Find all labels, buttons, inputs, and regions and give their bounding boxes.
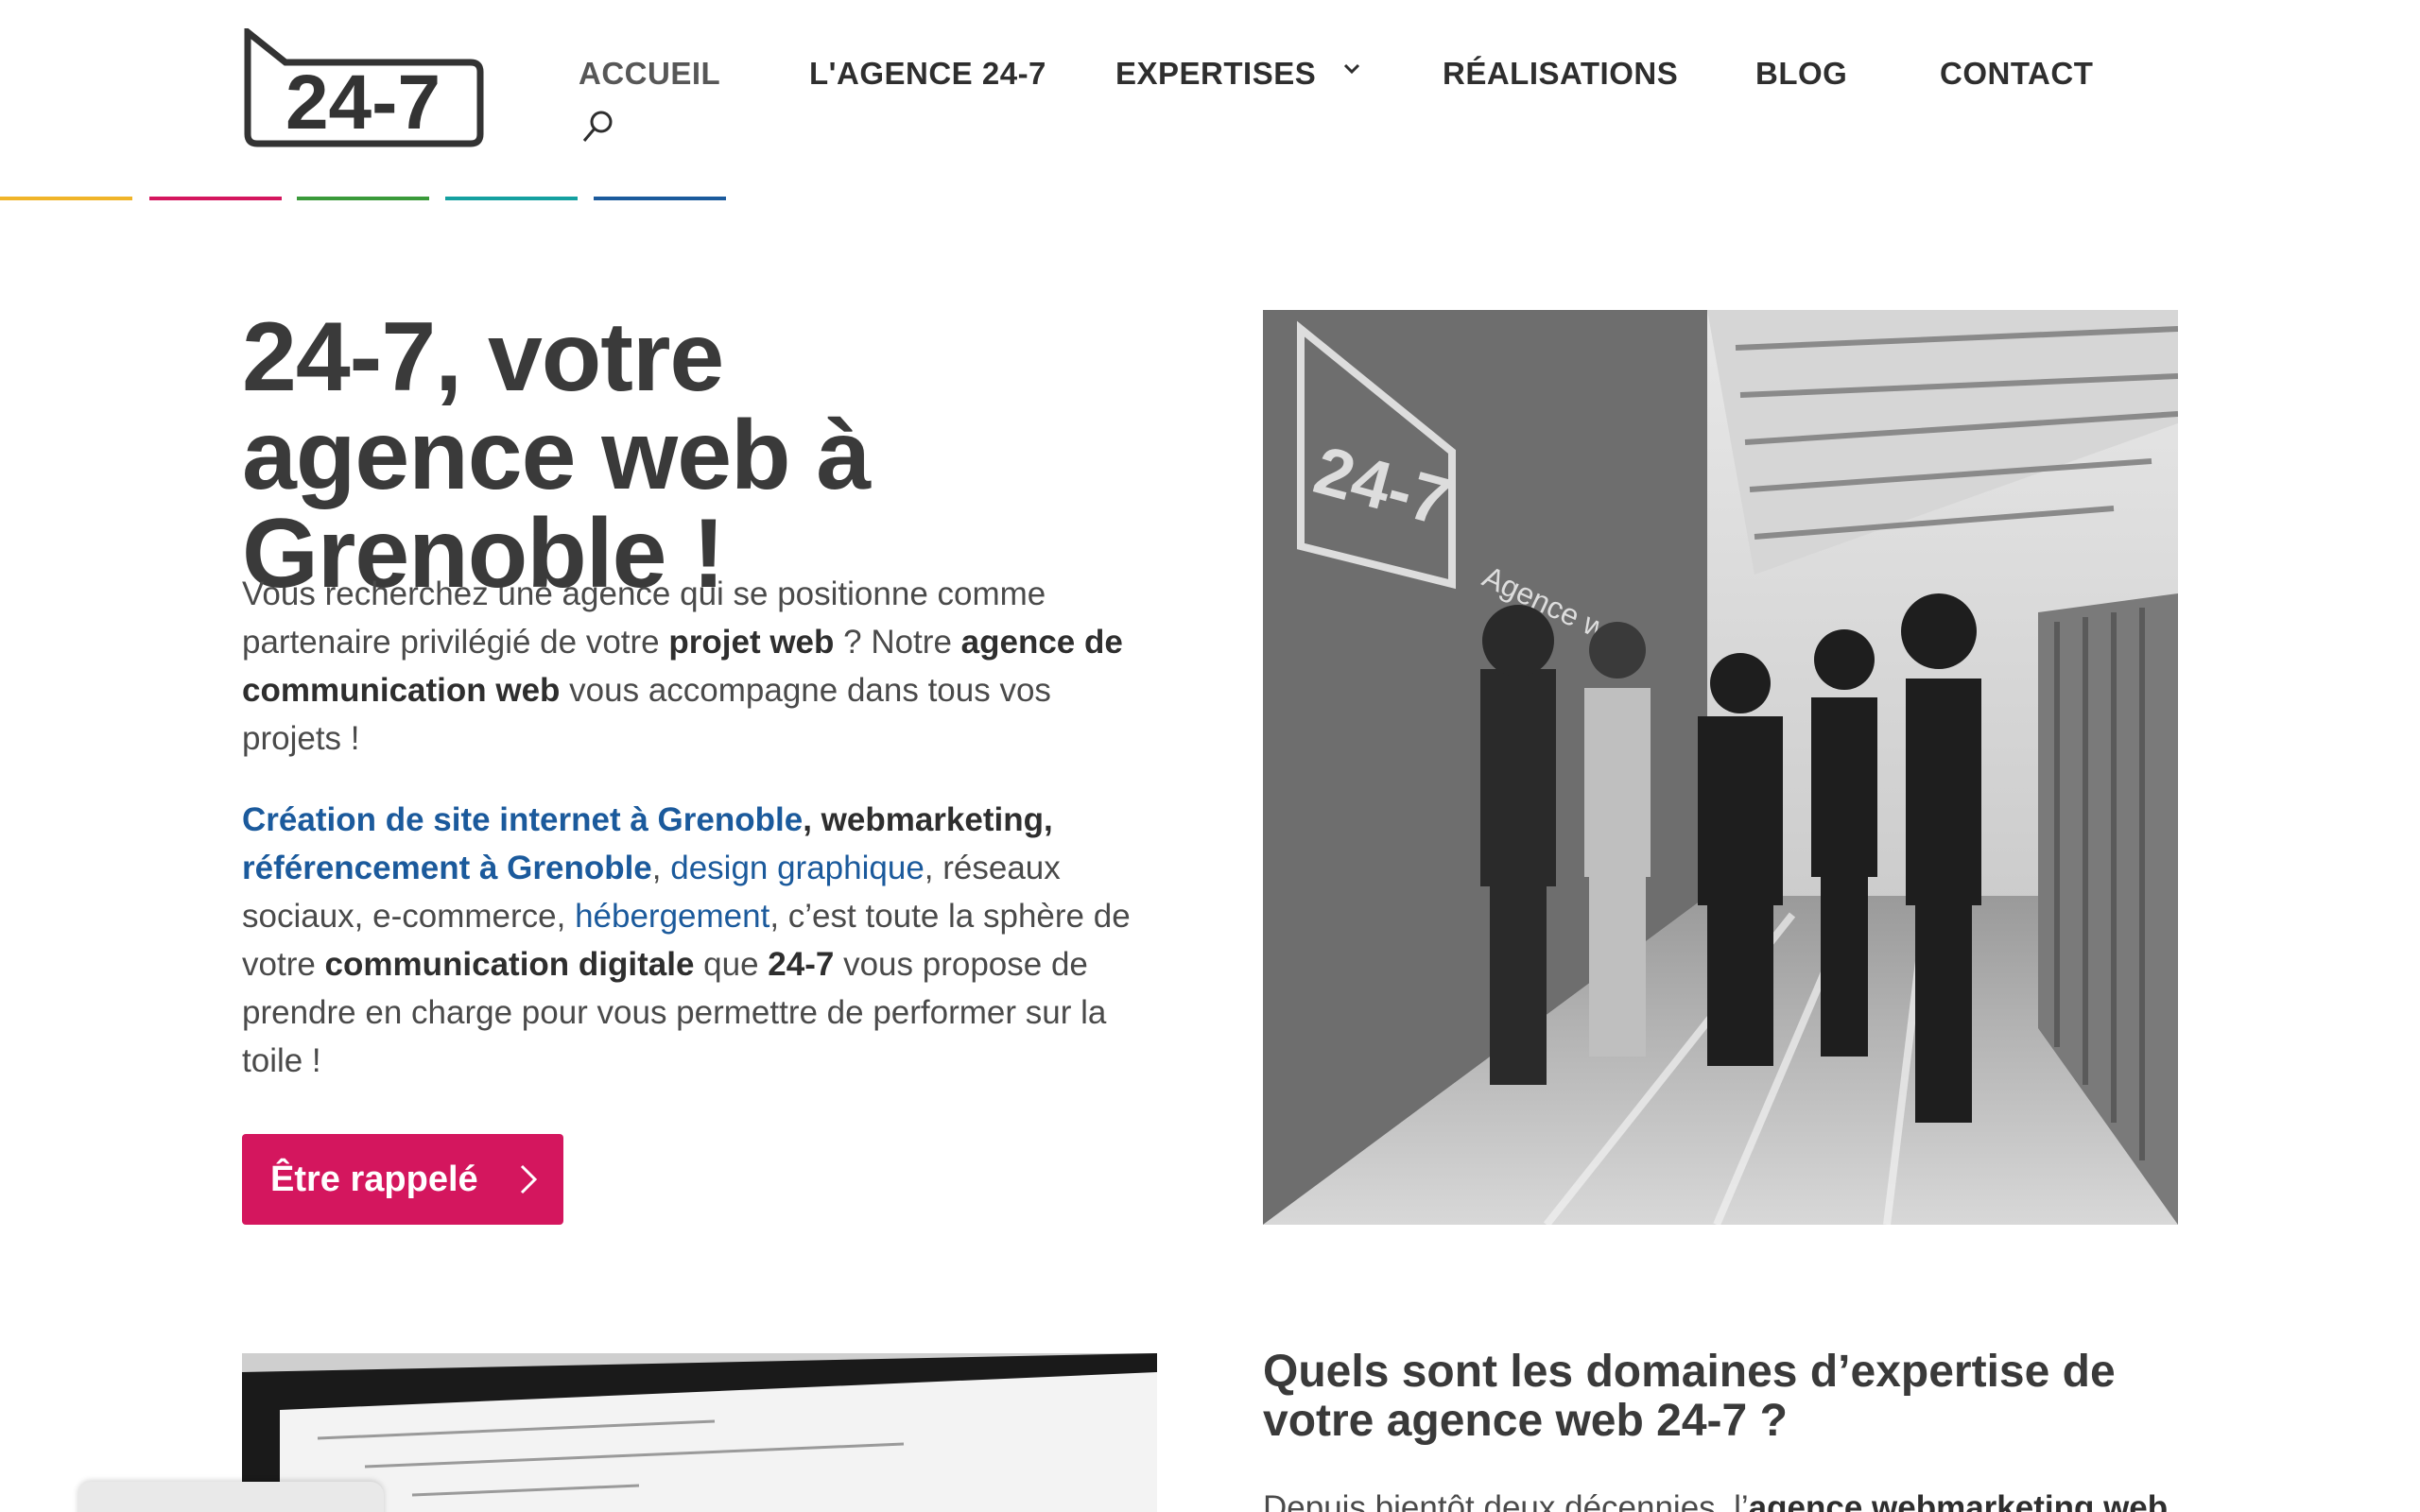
link-referencement[interactable]: référencement à Grenoble [242,850,652,886]
team-photo: 24-7 Agence web [1263,310,2178,1225]
nav-accueil[interactable]: ACCUEIL [579,51,720,96]
search-icon[interactable] [579,108,616,147]
intro-paragraph: Vous recherchez une agence qui se positi… [242,576,1123,757]
link-creation-site[interactable]: Création de site internet à Grenoble [242,801,803,838]
section-title: Quels sont les domaines d’expertise de v… [1263,1347,2116,1446]
color-bar-blue [594,197,726,200]
nav-realisations[interactable]: RÉALISATIONS [1443,51,1678,96]
nav-contact[interactable]: CONTACT [1940,51,2093,96]
callback-button[interactable]: Être rappelé [242,1134,563,1225]
link-design-graphique[interactable]: design graphique [670,850,925,886]
services-paragraph: Création de site internet à Grenoble, we… [242,801,1131,1079]
callback-button-label: Être rappelé [270,1159,478,1199]
nav-expertises-label: EXPERTISES [1115,56,1317,91]
chevron-right-icon [520,1164,538,1194]
nav-agence[interactable]: L'AGENCE 24-7 [809,51,1046,96]
link-hebergement[interactable]: hébergement [575,898,769,935]
color-bar-teal [445,197,578,200]
page-title: 24-7, votre agence web à Grenoble ! [242,302,871,609]
color-bar-yellow [0,197,132,200]
site-logo[interactable]: 24-7 [242,28,486,147]
color-bar-green [297,197,429,200]
nav-expertises[interactable]: EXPERTISES [1115,51,1361,96]
section-paragraph: Depuis bientôt deux décennies, l’agence … [1263,1489,2169,1512]
chevron-down-icon [1343,63,1359,75]
nav-blog[interactable]: BLOG [1755,51,1847,96]
cookie-consent-tab[interactable] [78,1482,384,1512]
logo-text: 24-7 [285,60,441,146]
color-bar-pink [149,197,282,200]
